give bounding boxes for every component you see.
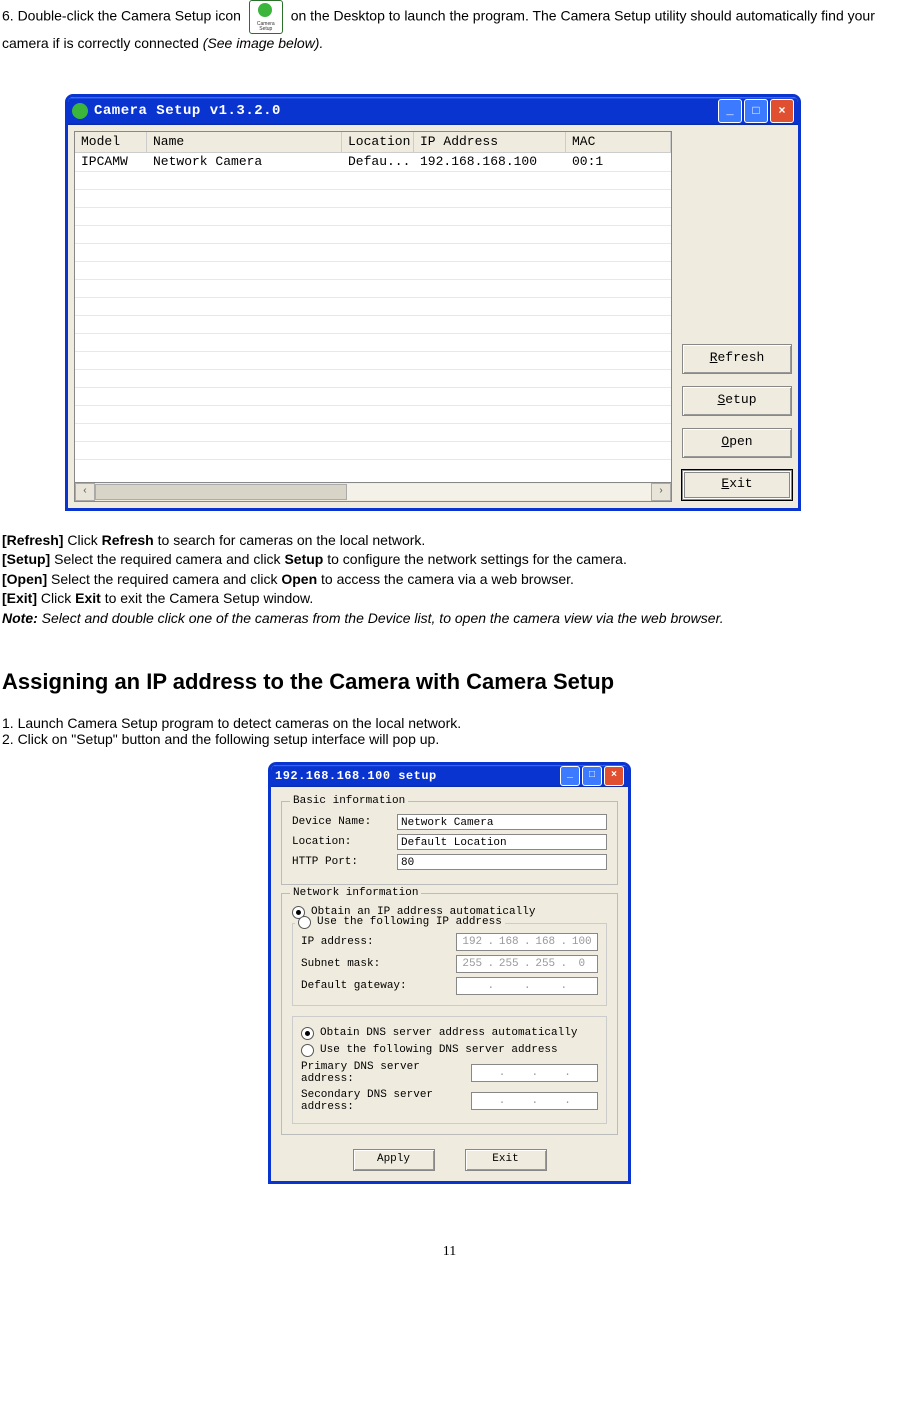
desc-exit-label: [Exit] (2, 590, 37, 606)
basic-info-group: Basic information Device Name: Network C… (281, 801, 618, 885)
cell-location: Defau... (342, 153, 414, 171)
window-title: Camera Setup v1.3.2.0 (94, 103, 718, 119)
minimize-button[interactable]: _ (560, 766, 580, 786)
http-port-input[interactable]: 80 (397, 854, 607, 870)
col-ip[interactable]: IP Address (414, 132, 566, 152)
camera-setup-window: Camera Setup v1.3.2.0 _ □ × Model Name L… (65, 94, 801, 511)
location-input[interactable]: Default Location (397, 834, 607, 850)
intro-paragraph: 6. Double-click the Camera Setup icon on… (2, 0, 897, 54)
close-button[interactable]: × (604, 766, 624, 786)
page-number: 11 (2, 1244, 897, 1270)
cell-name: Network Camera (147, 153, 342, 171)
desc-refresh-label: [Refresh] (2, 532, 63, 548)
close-button[interactable]: × (770, 99, 794, 123)
device-name-input[interactable]: Network Camera (397, 814, 607, 830)
col-mac[interactable]: MAC (566, 132, 671, 152)
apply-button[interactable]: Apply (353, 1149, 435, 1171)
horizontal-scrollbar[interactable]: ‹ › (74, 483, 672, 502)
camera-table[interactable]: Model Name Location IP Address MAC IPCAM… (74, 131, 672, 483)
radio-dns-auto[interactable] (301, 1027, 314, 1040)
radio-ip-manual-label: Use the following IP address (317, 916, 502, 928)
desc-open-label: [Open] (2, 571, 47, 587)
http-port-label: HTTP Port: (292, 856, 397, 868)
radio-dns-auto-label: Obtain DNS server address automatically (320, 1027, 577, 1039)
open-button[interactable]: Open (682, 428, 792, 458)
ip-address-input[interactable]: 192. 168. 168. 100 (456, 933, 598, 951)
primary-dns-label: Primary DNS server address: (301, 1061, 471, 1085)
setup-window-title: 192.168.168.100 setup (275, 769, 560, 783)
secondary-dns-label: Secondary DNS server address: (301, 1089, 471, 1113)
step-1: 1. Launch Camera Setup program to detect… (2, 715, 897, 731)
refresh-button[interactable]: Refresh (682, 344, 792, 374)
radio-dns-manual[interactable] (301, 1044, 314, 1057)
radio-ip-manual[interactable] (298, 916, 311, 929)
scroll-thumb[interactable] (95, 484, 347, 500)
subnet-mask-input[interactable]: 255. 255. 255. 0 (456, 955, 598, 973)
cell-ip: 192.168.168.100 (414, 153, 566, 171)
ip-address-label: IP address: (301, 936, 456, 948)
button-descriptions: [Refresh] Click Refresh to search for ca… (2, 531, 897, 629)
intro-text-italic: (See image below). (203, 35, 324, 51)
desc-setup-label: [Setup] (2, 551, 50, 567)
setup-button[interactable]: Setup (682, 386, 792, 416)
subnet-mask-label: Subnet mask: (301, 958, 456, 970)
col-name[interactable]: Name (147, 132, 342, 152)
setup-titlebar: 192.168.168.100 setup _ □ × (271, 765, 628, 787)
maximize-button[interactable]: □ (582, 766, 602, 786)
camera-setup-desktop-icon (249, 0, 283, 34)
maximize-button[interactable]: □ (744, 99, 768, 123)
col-location[interactable]: Location (342, 132, 414, 152)
cell-model: IPCAMW (75, 153, 147, 171)
app-icon (72, 103, 88, 119)
location-label: Location: (292, 836, 397, 848)
gateway-label: Default gateway: (301, 980, 456, 992)
desc-note-label: Note: (2, 610, 38, 626)
scroll-right-arrow[interactable]: › (651, 483, 671, 501)
scroll-left-arrow[interactable]: ‹ (75, 483, 95, 501)
step-2: 2. Click on "Setup" button and the follo… (2, 731, 897, 747)
primary-dns-input[interactable]: ... (471, 1064, 598, 1082)
setup-dialog-window: 192.168.168.100 setup _ □ × Basic inform… (268, 762, 631, 1184)
titlebar: Camera Setup v1.3.2.0 _ □ × (68, 97, 798, 125)
network-info-group: Network information Obtain an IP address… (281, 893, 618, 1135)
device-name-label: Device Name: (292, 816, 397, 828)
exit-button[interactable]: Exit (682, 470, 792, 500)
intro-text-1: 6. Double-click the Camera Setup icon (2, 8, 245, 24)
gateway-input[interactable]: ... (456, 977, 598, 995)
radio-dns-manual-label: Use the following DNS server address (320, 1044, 558, 1056)
table-row[interactable]: IPCAMW Network Camera Defau... 192.168.1… (75, 153, 671, 171)
minimize-button[interactable]: _ (718, 99, 742, 123)
network-legend: Network information (290, 887, 421, 899)
exit-button[interactable]: Exit (465, 1149, 547, 1171)
cell-mac: 00:1 (566, 153, 671, 171)
basic-legend: Basic information (290, 795, 408, 807)
secondary-dns-input[interactable]: ... (471, 1092, 598, 1110)
col-model[interactable]: Model (75, 132, 147, 152)
section-heading: Assigning an IP address to the Camera wi… (2, 669, 897, 695)
